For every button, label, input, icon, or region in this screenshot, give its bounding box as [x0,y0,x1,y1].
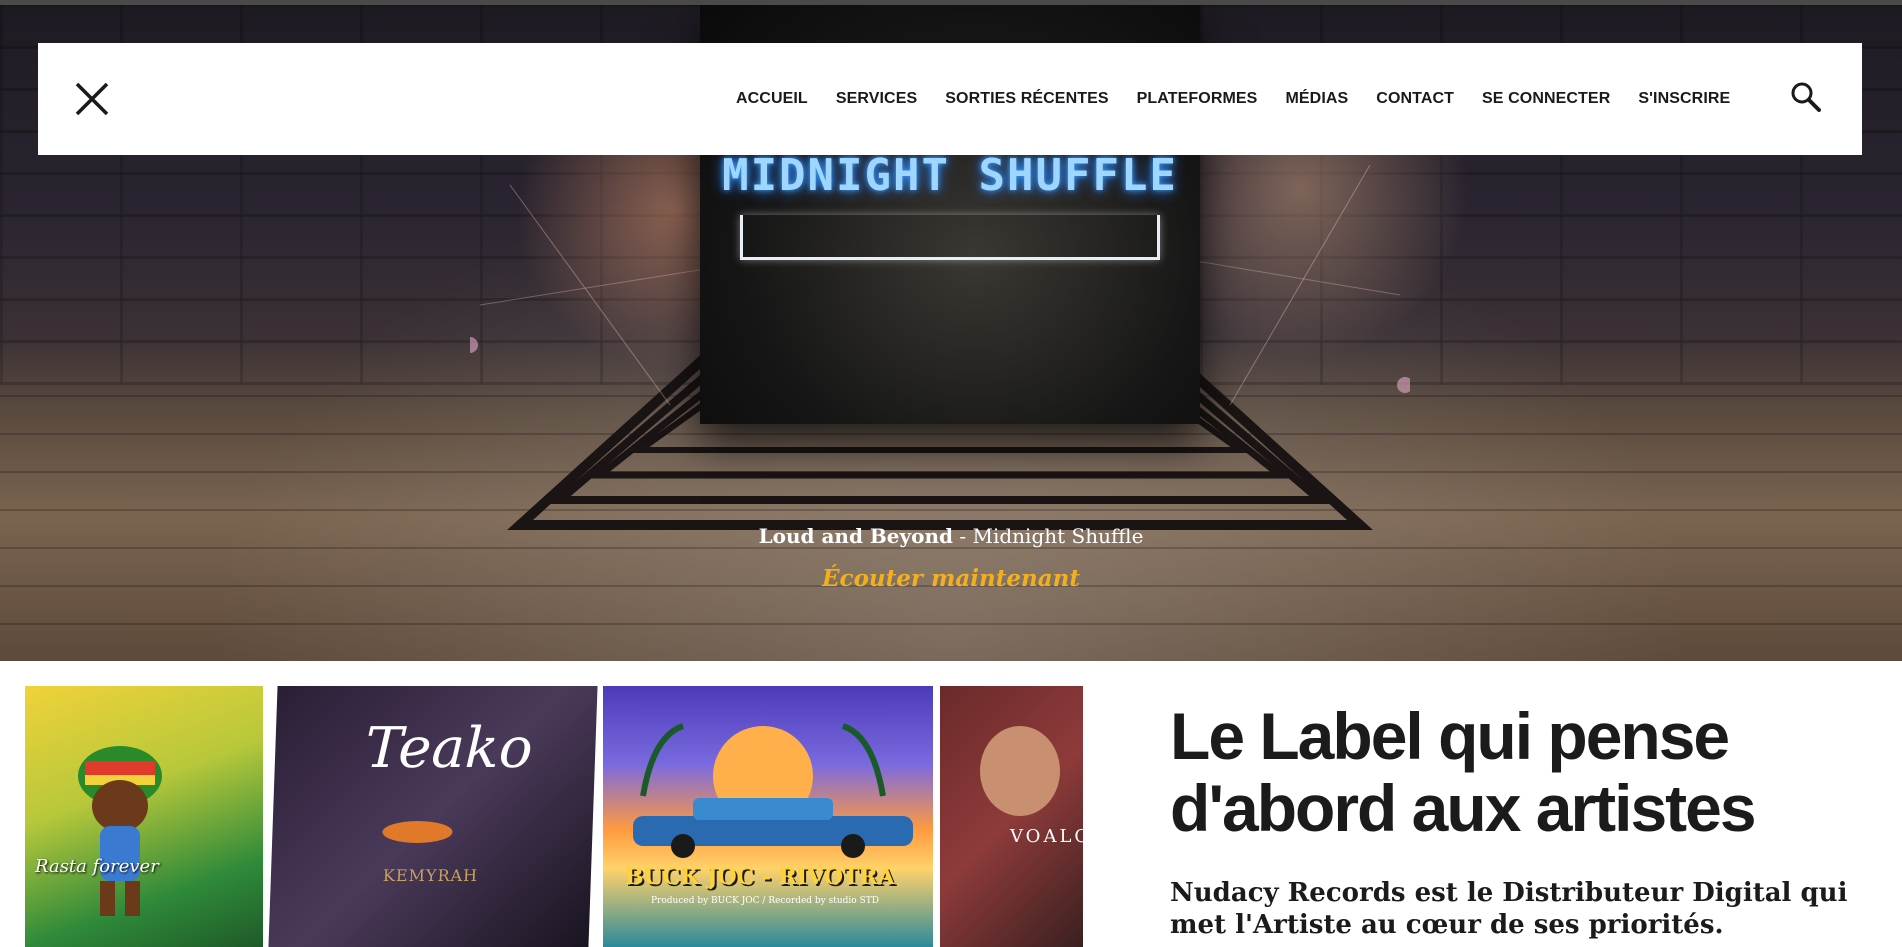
cover-credits-buck-joc: Produced by BUCK JOC / Recorded by studi… [651,896,879,906]
lips-illustration [382,821,453,843]
nav-item-sorties-recentes[interactable]: SORTIES RÉCENTES [945,90,1108,108]
nav-item-sinscrire[interactable]: S'INSCRIRE [1638,90,1730,108]
search-icon[interactable] [1790,81,1822,113]
cover-text-kemyrah: KEMYRAH [382,866,479,885]
cover-buck-joc-rivotra[interactable]: BUCK JOC - RIVOTRA Produced by BUCK JOC … [603,686,933,947]
artist-name: Loud and Beyond [758,524,954,548]
cover-voalo[interactable]: VOALO [940,686,1083,947]
album-collage: Rasta forever Teako KEMYRAH BUCK JOC - R… [25,686,1083,947]
nav-item-se-connecter[interactable]: SE CONNECTER [1482,90,1610,108]
nav-item-medias[interactable]: MÉDIAS [1285,90,1348,108]
album-cover-title: MIDNIGHT SHUFFLE [722,150,1178,201]
cover-rasta-forever[interactable]: Rasta forever [25,686,263,947]
cover-text-voalo: VOALO [1010,826,1083,847]
nav-item-plateformes[interactable]: PLATEFORMES [1137,90,1258,108]
car-illustration [633,723,913,858]
nav-item-contact[interactable]: CONTACT [1376,90,1454,108]
main-subtext: Nudacy Records est le Distributeur Digit… [1170,878,1848,940]
cover-text-buck-joc: BUCK JOC - RIVOTRA [625,864,895,890]
nav-item-services[interactable]: SERVICES [836,90,917,108]
rasta-figure-illustration [78,746,162,916]
cover-text-teako: Teako [364,716,534,781]
cover-teako[interactable]: Teako KEMYRAH [268,686,598,947]
main-menu: ACCUEIL SERVICES SORTIES RÉCENTES PLATEF… [736,43,1758,155]
cover-text-rasta: Rasta forever [35,856,159,877]
close-icon[interactable] [74,81,110,117]
album-neon-frame [740,215,1160,260]
main-heading: Le Label qui pense d'abord aux artistes [1170,699,1757,845]
navigation-bar: ACCUEIL SERVICES SORTIES RÉCENTES PLATEF… [38,43,1862,155]
nav-item-accueil[interactable]: ACCUEIL [736,90,808,108]
listen-now-link[interactable]: Écouter maintenant [0,565,1902,592]
track-name: Midnight Shuffle [972,524,1144,548]
release-caption: Loud and Beyond - Midnight Shuffle [0,524,1902,548]
caption-separator: - [953,524,973,548]
face-illustration [980,726,1060,816]
